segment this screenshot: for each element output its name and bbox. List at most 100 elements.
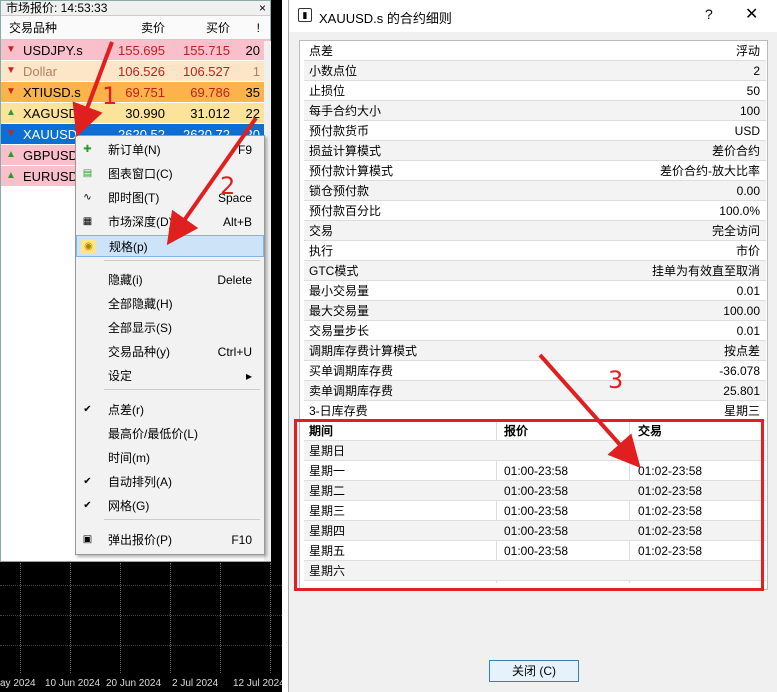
- menu-item[interactable]: ✚ 新订单(N) F9: [76, 139, 264, 161]
- spec-value: 按点差: [723, 344, 760, 358]
- spec-row: 止损位 50: [304, 81, 766, 101]
- menu-item[interactable]: 设定 ▸: [76, 365, 264, 387]
- symbol-row[interactable]: ▲ XAGUSD.s 30.990 31.012 22: [1, 103, 270, 124]
- date-label: ay 2024: [0, 678, 36, 689]
- spec-value: 完全访问: [711, 224, 760, 238]
- annotation-number-2: 2: [220, 172, 236, 200]
- spec-value: 市价: [735, 244, 760, 258]
- spec-key: 3-日库存费: [309, 404, 368, 418]
- menu-item[interactable]: ✔ 网格(G): [76, 495, 264, 517]
- menu-item-shortcut: F9: [237, 143, 252, 157]
- menu-item-label: 市场深度(D): [108, 215, 173, 229]
- header-bid[interactable]: 卖价: [104, 16, 169, 39]
- menu-item[interactable]: ▣ 弹出报价(P) F10: [76, 529, 264, 551]
- arrow-up-icon: ▲: [6, 170, 16, 181]
- menu-item-label: 自动排列(A): [108, 475, 172, 489]
- arrow-down-icon: ▼: [6, 86, 16, 97]
- menu-item[interactable]: 时间(m): [76, 447, 264, 469]
- menu-item[interactable]: 全部隐藏(H): [76, 293, 264, 315]
- header-ask[interactable]: 买价: [169, 16, 234, 39]
- spec-row: 点差 浮动: [304, 41, 766, 61]
- spec-value: 差价合约: [711, 144, 760, 158]
- spec-row: 最大交易量 100.00: [304, 301, 766, 321]
- menu-item[interactable]: 隐藏(i) Delete: [76, 269, 264, 291]
- spec-value: 挂单为有效直至取消: [651, 264, 760, 278]
- symbol-name: GBPUSD: [23, 147, 78, 163]
- menu-item-label: 最高价/最低价(L): [108, 427, 199, 441]
- price-chart[interactable]: ay 2024 10 Jun 2024 20 Jun 2024 2 Jul 20…: [0, 563, 282, 692]
- close-icon[interactable]: ✕: [745, 4, 758, 24]
- symbol-row[interactable]: ▼ USDJPY.s 155.695 155.715 20: [1, 40, 270, 61]
- symbol-row[interactable]: ▼ Dollar 106.526 106.527 1: [1, 61, 270, 82]
- spec-value: 2: [753, 64, 760, 78]
- menu-item[interactable]: 全部显示(S): [76, 317, 264, 339]
- spec-key: 交易量步长: [309, 324, 370, 338]
- menu-item[interactable]: 最高价/最低价(L): [76, 423, 264, 445]
- arrow-up-icon: ▲: [6, 107, 16, 118]
- menu-item-shortcut: Delete: [217, 273, 252, 287]
- menu-item-shortcut: ▸: [245, 369, 252, 383]
- symbol-ask: 155.715: [183, 42, 230, 58]
- date-label: 2 Jul 2024: [172, 678, 219, 689]
- spec-key: 损益计算模式: [309, 144, 382, 158]
- arrow-down-icon: ▼: [6, 128, 16, 139]
- date-label: 10 Jun 2024: [45, 678, 101, 689]
- spec-row: 执行 市价: [304, 241, 766, 261]
- arrow-down-icon: ▼: [6, 65, 16, 76]
- spec-key: 最小交易量: [309, 284, 370, 298]
- spec-value: 50: [746, 84, 760, 98]
- help-button[interactable]: ?: [705, 6, 713, 22]
- menu-item-label: 交易品种(y): [108, 345, 170, 359]
- menu-item[interactable]: ▤ 图表窗口(C): [76, 163, 264, 185]
- spec-value: 星期三: [723, 404, 760, 418]
- spec-key: 卖单调期库存费: [309, 384, 394, 398]
- spec-value: 100.0%: [719, 204, 760, 218]
- menu-item-label: 全部显示(S): [108, 321, 172, 335]
- menu-item[interactable]: ◉ 规格(p): [76, 235, 264, 257]
- menu-item-label: 图表窗口(C): [108, 167, 173, 181]
- symbol-row[interactable]: ▼ XTIUSD.s 69.751 69.786 35: [1, 82, 270, 103]
- symbol-name: EURUSD: [23, 168, 78, 184]
- market-watch-header: 交易品种 卖价 买价 !: [1, 16, 270, 40]
- menu-item[interactable]: ✔ 自动排列(A): [76, 471, 264, 493]
- spec-key: 锁仓预付款: [309, 184, 370, 198]
- close-icon[interactable]: ×: [259, 1, 266, 16]
- spec-row: 预付款货币 USD: [304, 121, 766, 141]
- symbol-ask: 31.012: [190, 105, 230, 121]
- spec-row: 预付款百分比 100.0%: [304, 201, 766, 221]
- spec-value: 浮动: [735, 44, 760, 58]
- spec-value: 差价合约-放大比率: [660, 164, 760, 178]
- dialog-title-bar: ▮ XAUUSD.s 的合约细则 ? ✕: [289, 0, 777, 32]
- menu-item-label: 全部隐藏(H): [108, 297, 173, 311]
- chart-window-icon: ▤: [82, 168, 93, 179]
- header-spread[interactable]: !: [234, 16, 266, 39]
- menu-item-label: 点差(r): [108, 403, 144, 417]
- close-button[interactable]: 关闭 (C): [489, 660, 579, 682]
- market-watch-area: 市场报价: 14:53:33 × 交易品种 卖价 买价 ! ▼ USDJPY.s 1…: [0, 0, 282, 692]
- menu-item[interactable]: ✔ 点差(r): [76, 399, 264, 421]
- spec-key: 小数点位: [309, 64, 358, 78]
- spec-value: 0.00: [736, 184, 760, 198]
- symbol-spread: 20: [245, 42, 260, 58]
- spec-key: 预付款货币: [309, 124, 370, 138]
- dialog-icon: ▮: [298, 8, 312, 22]
- menu-item-label: 弹出报价(P): [108, 533, 172, 547]
- context-menu: ✚ 新订单(N) F9 ▤ 图表窗口(C) ∿ 即时图(T) Space ▦ 市场深度(D) Alt…: [75, 135, 265, 555]
- menu-item[interactable]: ∿ 即时图(T) Space: [76, 187, 264, 209]
- tick-chart-icon: ∿: [83, 192, 92, 203]
- spec-value: 0.01: [736, 284, 760, 298]
- spec-row: 每手合约大小 100: [304, 101, 766, 121]
- scrollbar[interactable]: [264, 41, 271, 561]
- menu-item[interactable]: ▦ 市场深度(D) Alt+B: [76, 211, 264, 233]
- symbol-bid: 155.695: [118, 42, 165, 58]
- menu-item[interactable]: 交易品种(y) Ctrl+U: [76, 341, 264, 363]
- menu-item-label: 规格(p): [109, 240, 148, 254]
- spec-value: -36.078: [719, 364, 760, 378]
- menu-separator: [104, 519, 260, 520]
- menu-item-label: 新订单(N): [108, 143, 161, 157]
- spec-key: 最大交易量: [309, 304, 370, 318]
- spec-value: 0.01: [736, 324, 760, 338]
- check-icon: ✔: [83, 500, 92, 511]
- popup-icon: ▣: [82, 534, 93, 545]
- header-symbol[interactable]: 交易品种: [1, 16, 104, 39]
